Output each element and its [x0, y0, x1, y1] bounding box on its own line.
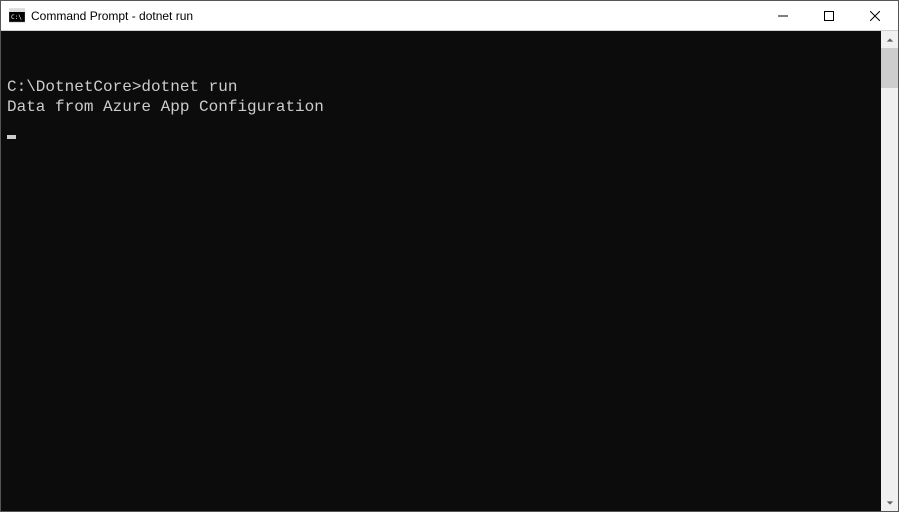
scroll-down-button[interactable]: [881, 494, 898, 511]
terminal-command: dotnet run: [141, 78, 237, 96]
chevron-up-icon: [886, 36, 894, 44]
scroll-up-button[interactable]: [881, 31, 898, 48]
svg-text:C:\: C:\: [11, 14, 22, 21]
chevron-down-icon: [886, 499, 894, 507]
cmd-icon: C:\: [9, 8, 25, 24]
window-title: Command Prompt - dotnet run: [31, 9, 760, 23]
terminal-blank-line: [7, 56, 875, 77]
minimize-button[interactable]: [760, 1, 806, 30]
terminal-prompt-line: C:\DotnetCore>dotnet run: [7, 77, 875, 98]
window-controls: [760, 1, 898, 30]
terminal-output[interactable]: C:\DotnetCore>dotnet runData from Azure …: [1, 31, 881, 511]
vertical-scrollbar[interactable]: [881, 31, 898, 511]
cursor-icon: [7, 135, 16, 139]
terminal-cursor-line: [7, 118, 875, 139]
terminal-container: C:\DotnetCore>dotnet runData from Azure …: [1, 31, 898, 511]
terminal-prompt: C:\DotnetCore>: [7, 78, 141, 96]
scrollbar-thumb[interactable]: [881, 48, 898, 88]
window-titlebar[interactable]: C:\ Command Prompt - dotnet run: [1, 1, 898, 31]
scrollbar-track[interactable]: [881, 48, 898, 494]
terminal-output-line: Data from Azure App Configuration: [7, 97, 875, 118]
close-button[interactable]: [852, 1, 898, 30]
maximize-button[interactable]: [806, 1, 852, 30]
